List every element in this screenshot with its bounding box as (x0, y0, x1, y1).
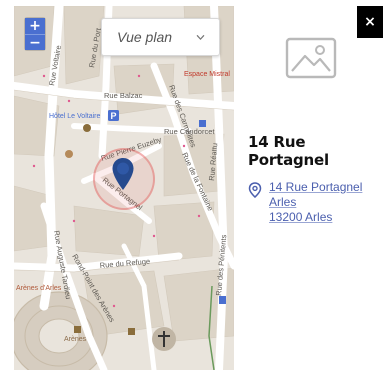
place-address: 14 Rue Portagnel Arles 13200 Arles (248, 180, 378, 225)
svg-text:P: P (111, 111, 117, 121)
address-link[interactable]: 14 Rue Portagnel Arles 13200 Arles (269, 180, 362, 225)
place-widget: P Rue Balzac Rue du Port Rue Voltaire Ru… (0, 0, 383, 374)
map-pin-icon (248, 182, 262, 198)
zoom-control: + − (25, 18, 45, 50)
address-line-postal[interactable]: 13200 Arles (269, 210, 362, 225)
map-poi-arenes-arles: Arènes d'Arles (16, 285, 62, 292)
map-poi-arenes: Arènes (64, 336, 87, 343)
map-label-rue-balzac: Rue Balzac (104, 91, 143, 100)
location-marker-icon[interactable] (111, 157, 135, 191)
place-title: 14 Rue Portagnel (248, 133, 329, 169)
address-line-city[interactable]: Arles (269, 195, 362, 210)
image-placeholder-icon (285, 37, 337, 79)
zoom-in-button[interactable]: + (25, 18, 45, 34)
map-poi-espace-mistral: Espace Mistral (184, 71, 230, 78)
chevron-down-icon (196, 34, 205, 40)
close-button[interactable]: × (357, 6, 383, 38)
address-line-street[interactable]: 14 Rue Portagnel (269, 180, 362, 195)
map-view-select[interactable]: Vue plan (101, 18, 220, 56)
map-poi-hotel-voltaire: Hôtel Le Voltaire (49, 113, 100, 120)
zoom-out-button[interactable]: − (25, 34, 45, 50)
close-icon: × (364, 14, 376, 30)
map-view[interactable]: P Rue Balzac Rue du Port Rue Voltaire Ru… (14, 6, 234, 370)
map-view-select-label: Vue plan (117, 29, 173, 45)
